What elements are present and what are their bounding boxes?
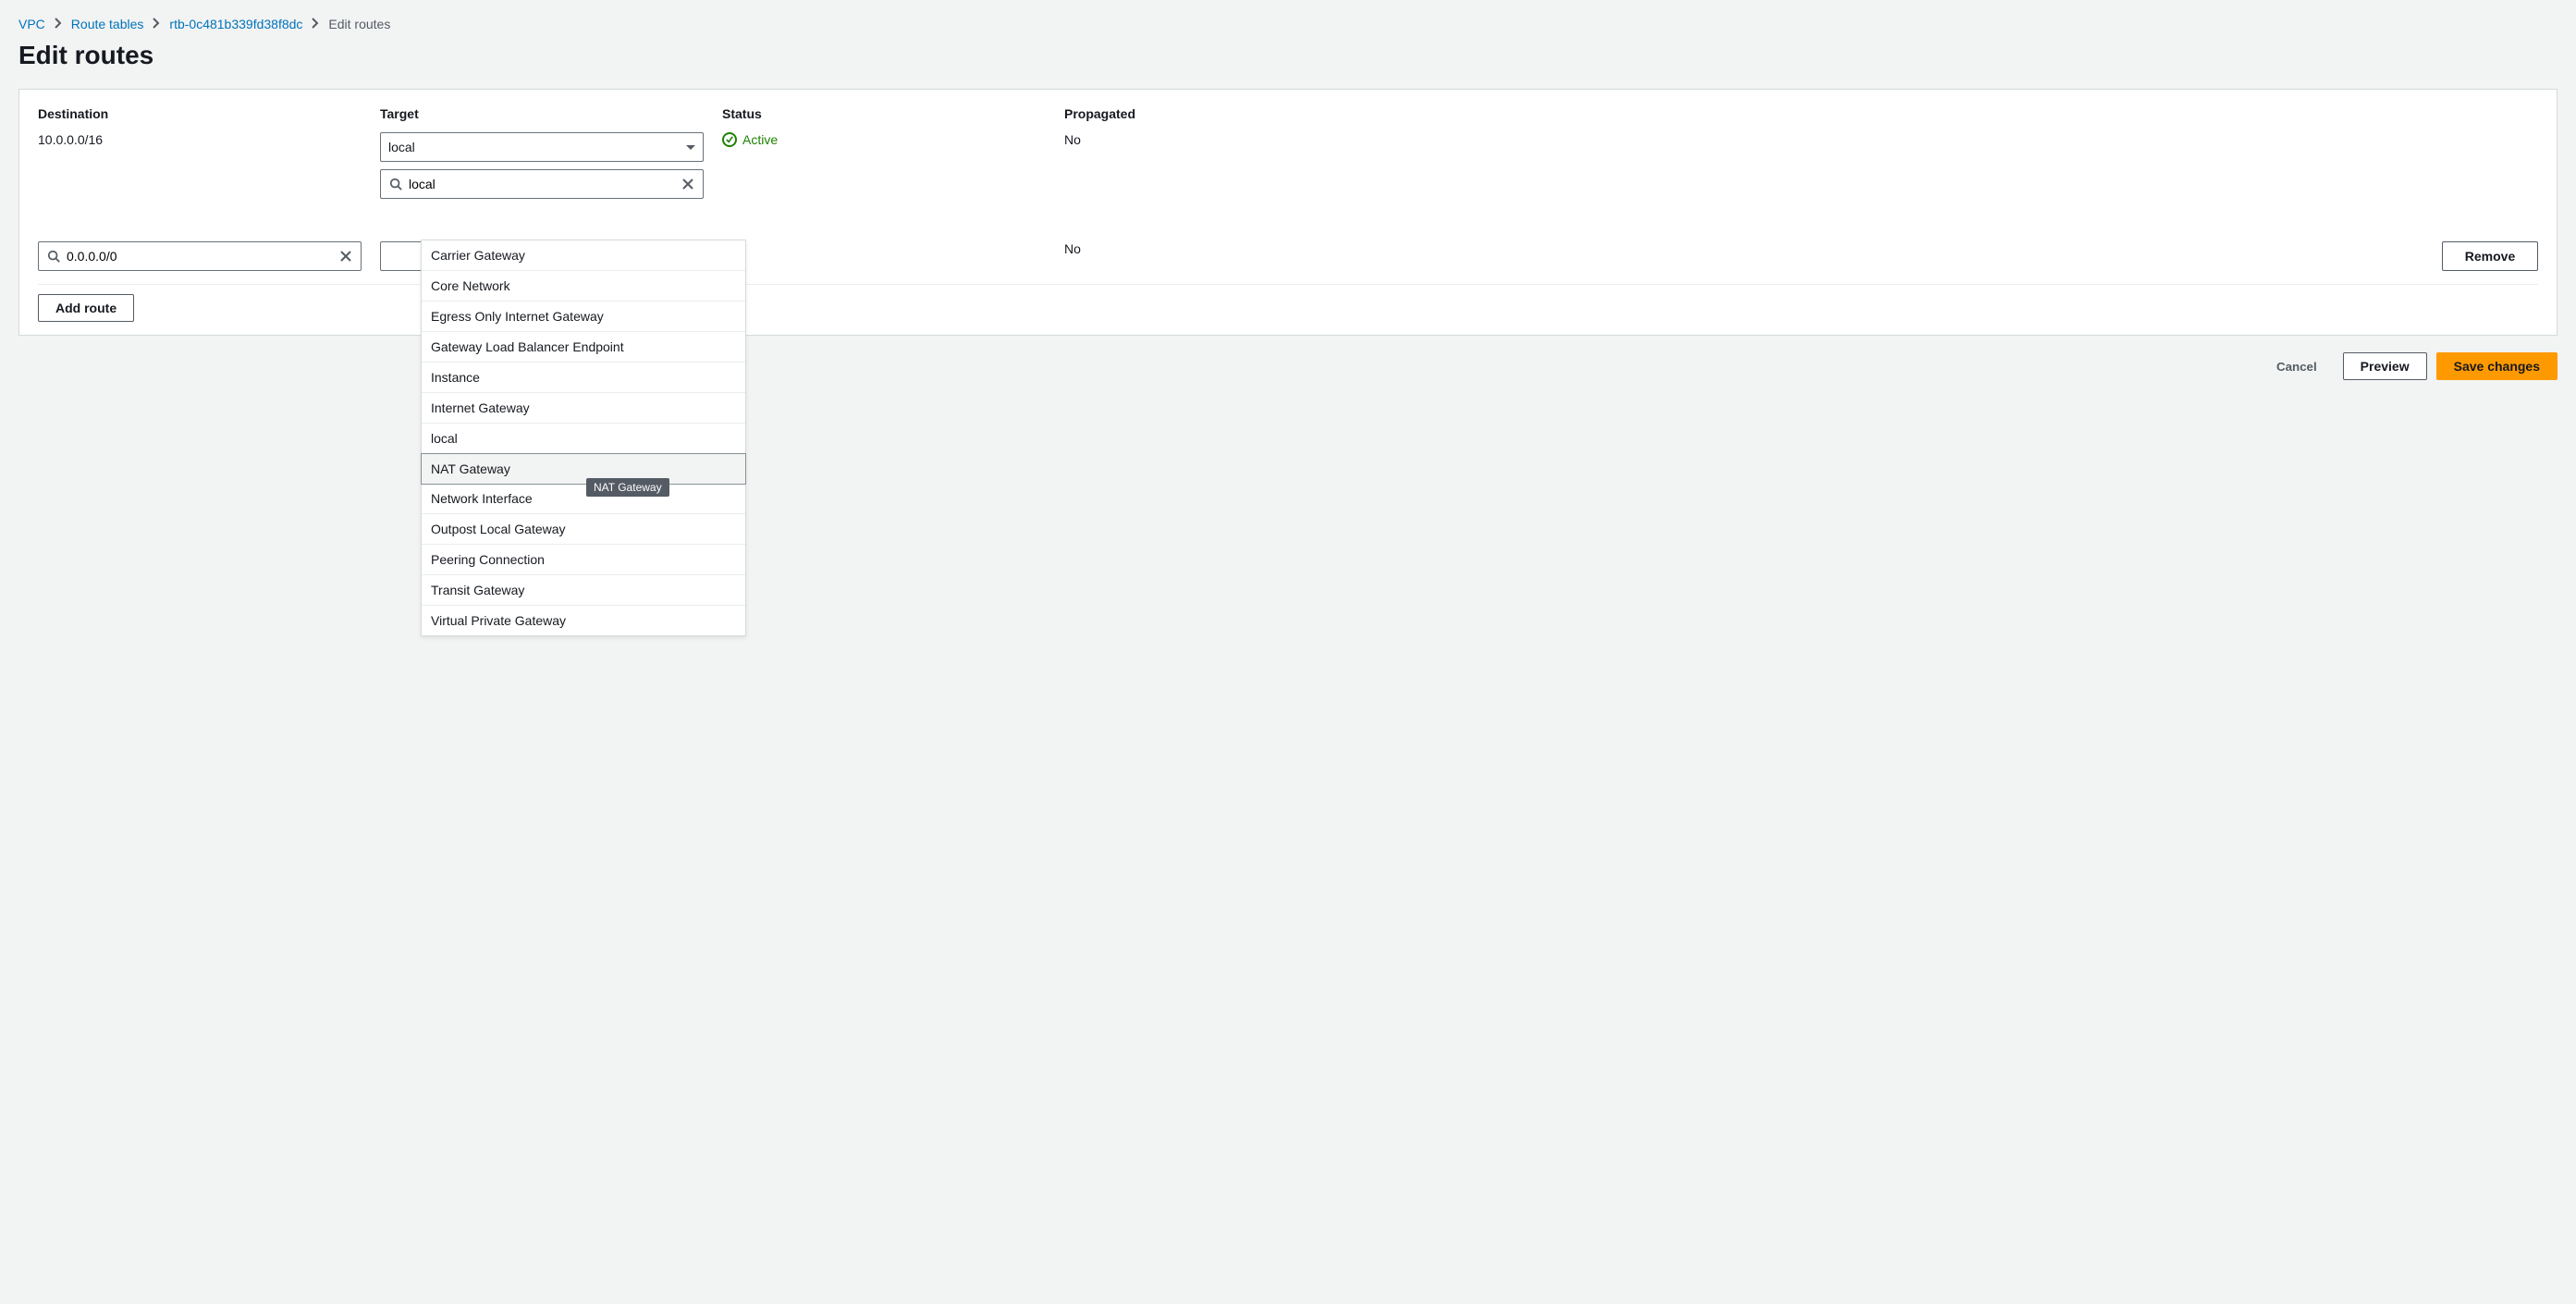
dropdown-option[interactable]: Core Network [422,271,745,301]
check-circle-icon [722,132,737,147]
breadcrumb-link-rtb-id[interactable]: rtb-0c481b339fd38f8dc [169,17,302,31]
dropdown-option[interactable]: Gateway Load Balancer Endpoint [422,332,745,363]
propagated-value: No [1064,199,1286,271]
search-icon [388,177,403,191]
status-text: Active [742,132,778,147]
dropdown-option[interactable]: NAT Gateway [421,453,746,485]
chevron-right-icon [55,17,62,31]
col-header-actions [1286,106,2538,132]
dropdown-option[interactable]: Outpost Local Gateway [422,514,745,545]
destination-input[interactable] [61,249,338,264]
footer-actions: Cancel Preview Save changes [18,352,2558,380]
preview-button[interactable]: Preview [2343,352,2427,380]
target-search-input[interactable] [403,177,681,191]
propagated-value: No [1064,132,1286,199]
routes-panel: Destination Target Status Propagated 10.… [18,89,2558,336]
breadcrumb: VPC Route tables rtb-0c481b339fd38f8dc E… [18,17,2558,31]
clear-icon[interactable] [681,177,695,191]
chevron-down-icon [686,145,695,150]
breadcrumb-current: Edit routes [328,17,390,31]
route-destination: 10.0.0.0/16 [38,132,380,199]
dropdown-option[interactable]: Instance [422,363,745,393]
add-route-button[interactable]: Add route [38,294,134,322]
dropdown-option[interactable]: Carrier Gateway [422,240,745,271]
status-badge: Active [722,132,778,147]
col-header-propagated: Propagated [1064,106,1286,132]
remove-route-button[interactable]: Remove [2442,241,2538,271]
breadcrumb-link-vpc[interactable]: VPC [18,17,45,31]
dropdown-option[interactable]: Network InterfaceNAT Gateway [422,484,745,514]
chevron-right-icon [312,17,319,31]
clear-icon[interactable] [338,249,353,264]
save-changes-button[interactable]: Save changes [2436,352,2558,380]
status-value: – [722,199,1064,271]
target-dropdown: Carrier GatewayCore NetworkEgress Only I… [421,240,746,636]
page-title: Edit routes [18,41,2558,70]
search-icon [46,249,61,264]
target-select-value: local [388,140,415,154]
breadcrumb-link-route-tables[interactable]: Route tables [71,17,144,31]
target-select[interactable]: local [380,132,704,162]
col-header-status: Status [722,106,1064,132]
destination-input-wrapper[interactable] [38,241,362,271]
dropdown-option[interactable]: Egress Only Internet Gateway [422,301,745,332]
chevron-right-icon [153,17,160,31]
dropdown-option[interactable]: local [422,424,745,454]
target-search[interactable] [380,169,704,199]
col-header-target: Target [380,106,722,132]
dropdown-option[interactable]: Virtual Private Gateway [422,606,745,635]
col-header-destination: Destination [38,106,380,132]
tooltip: NAT Gateway [586,478,669,497]
dropdown-option[interactable]: Transit Gateway [422,575,745,606]
dropdown-option[interactable]: Peering Connection [422,545,745,575]
dropdown-option[interactable]: Internet Gateway [422,393,745,424]
cancel-button[interactable]: Cancel [2260,352,2334,380]
